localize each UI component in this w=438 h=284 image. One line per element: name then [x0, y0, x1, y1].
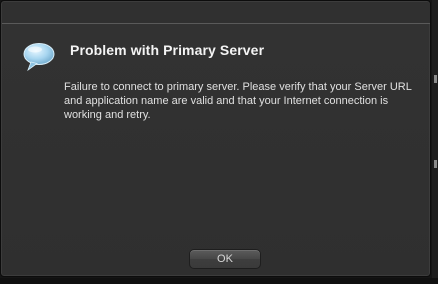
dialog-title: Problem with Primary Server [70, 42, 265, 58]
speech-bubble-icon [23, 43, 55, 72]
screen: Problem with Primary Server Failure to c… [0, 0, 438, 284]
background-fragment [434, 160, 437, 168]
dialog-message: Failure to connect to primary server. Pl… [64, 81, 412, 121]
ok-button[interactable]: OK [189, 249, 261, 269]
error-dialog: Problem with Primary Server Failure to c… [0, 0, 431, 277]
background-fragment [434, 75, 437, 83]
background-window-edge [432, 0, 438, 284]
dialog-title-bar[interactable] [2, 2, 430, 24]
background-window-edge [0, 278, 438, 284]
